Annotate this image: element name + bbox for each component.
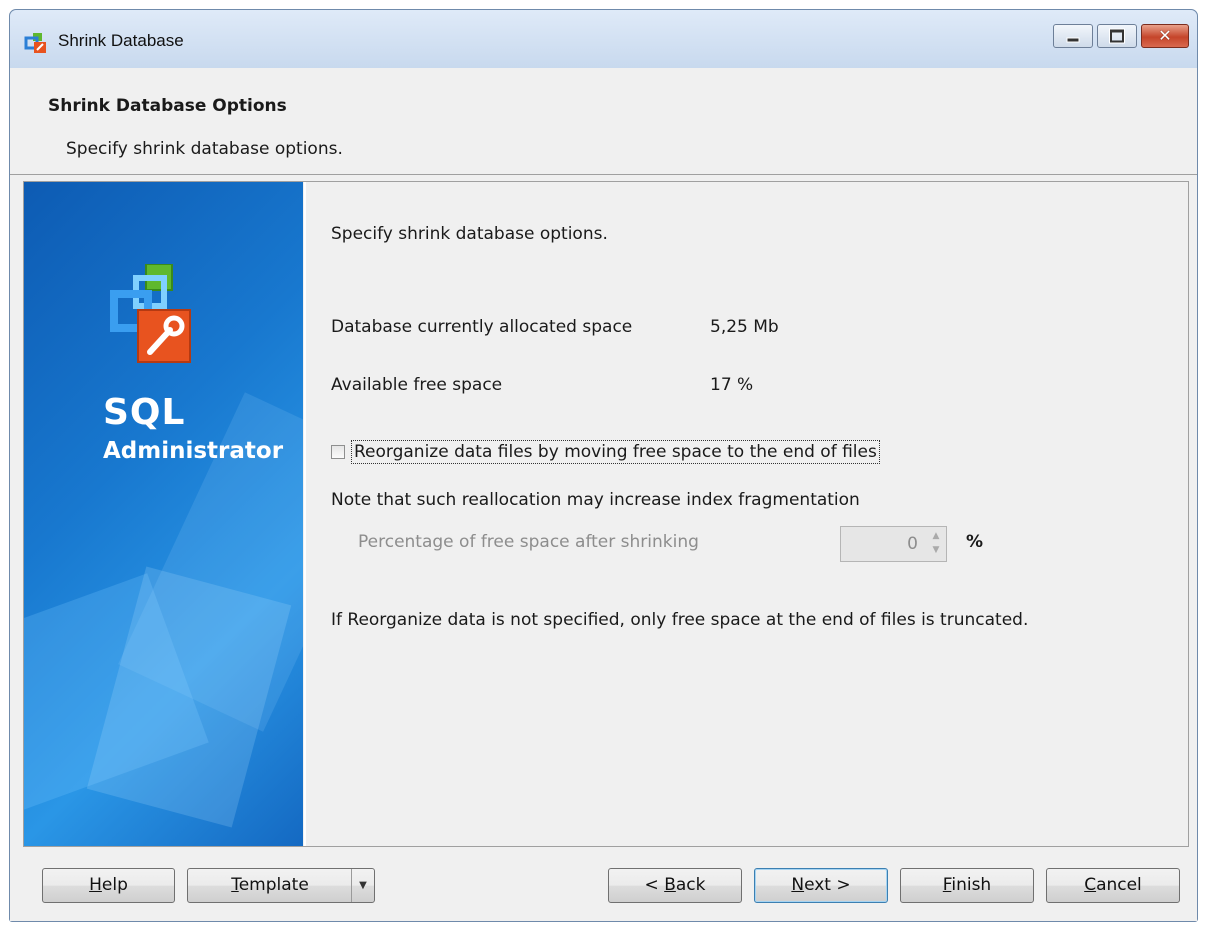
shrink-database-window: Shrink Database ✕ Shrink Database Option… [9, 9, 1198, 922]
wizard-footer: Help Template ▼ < Back Next > Finish Can… [10, 850, 1197, 920]
next-label: ext > [804, 875, 851, 895]
options-intro: Specify shrink database options. [331, 224, 608, 244]
back-mnemonic: B [664, 875, 676, 895]
sql-administrator-app-icon [24, 33, 46, 53]
help-button[interactable]: Help [42, 868, 175, 903]
dialog-client-area: Shrink Database Options Specify shrink d… [10, 68, 1197, 921]
back-button[interactable]: < Back [608, 868, 742, 903]
percentage-label: Percentage of free space after shrinking [358, 532, 699, 552]
percentage-unit: % [966, 532, 984, 552]
spin-up-icon[interactable]: ▲ [928, 529, 944, 543]
close-icon: ✕ [1158, 26, 1172, 45]
template-button[interactable]: Template ▼ [187, 868, 375, 903]
close-button[interactable]: ✕ [1141, 24, 1189, 48]
cancel-button[interactable]: Cancel [1046, 868, 1180, 903]
finish-label: inish [951, 875, 992, 895]
back-prefix: < [644, 875, 665, 895]
title-bar[interactable]: Shrink Database ✕ [10, 10, 1197, 68]
help-label: elp [101, 875, 128, 895]
sql-administrator-logo-icon [110, 264, 191, 363]
percentage-value: 0 [907, 534, 918, 554]
banner-product-line1: SQL [103, 392, 186, 433]
back-label: ack [675, 875, 706, 895]
reorganize-option[interactable]: Reorganize data files by moving free spa… [331, 440, 880, 464]
reorganize-checkbox[interactable] [331, 445, 345, 459]
options-panel: Specify shrink database options. Databas… [304, 182, 1188, 846]
help-mnemonic: H [89, 875, 102, 895]
header-subtitle: Specify shrink database options. [66, 139, 343, 159]
spin-arrows[interactable]: ▲ ▼ [928, 529, 944, 559]
next-button[interactable]: Next > [754, 868, 888, 903]
template-dropdown-arrow-icon[interactable]: ▼ [351, 869, 374, 902]
banner-product-line2: Administrator [103, 438, 284, 464]
wizard-header: Shrink Database Options Specify shrink d… [10, 68, 1197, 175]
header-title: Shrink Database Options [48, 96, 287, 116]
truncate-note: If Reorganize data is not specified, onl… [331, 610, 1029, 630]
percentage-spin-editor[interactable]: 0 ▲ ▼ [840, 526, 947, 562]
free-space-label: Available free space [331, 375, 503, 395]
fragmentation-note: Note that such reallocation may increase… [331, 490, 860, 510]
reorganize-checkbox-label[interactable]: Reorganize data files by moving free spa… [351, 440, 880, 464]
minimize-icon [1066, 37, 1080, 43]
maximize-button[interactable] [1097, 24, 1137, 48]
spin-down-icon[interactable]: ▼ [928, 543, 944, 557]
next-mnemonic: N [791, 875, 805, 895]
finish-button[interactable]: Finish [900, 868, 1034, 903]
allocated-space-value: 5,25 Mb [710, 317, 779, 337]
wizard-body: SQL Administrator Specify shrink databas… [23, 181, 1189, 847]
product-banner: SQL Administrator [24, 182, 303, 846]
cancel-label: ancel [1096, 875, 1142, 895]
cancel-mnemonic: C [1084, 875, 1097, 895]
maximize-icon [1110, 29, 1124, 43]
window-title: Shrink Database [58, 31, 184, 50]
free-space-value: 17 % [710, 375, 754, 395]
allocated-space-label: Database currently allocated space [331, 317, 633, 337]
minimize-button[interactable] [1053, 24, 1093, 48]
template-mnemonic: T [231, 875, 239, 895]
template-label: emplate [238, 875, 309, 895]
